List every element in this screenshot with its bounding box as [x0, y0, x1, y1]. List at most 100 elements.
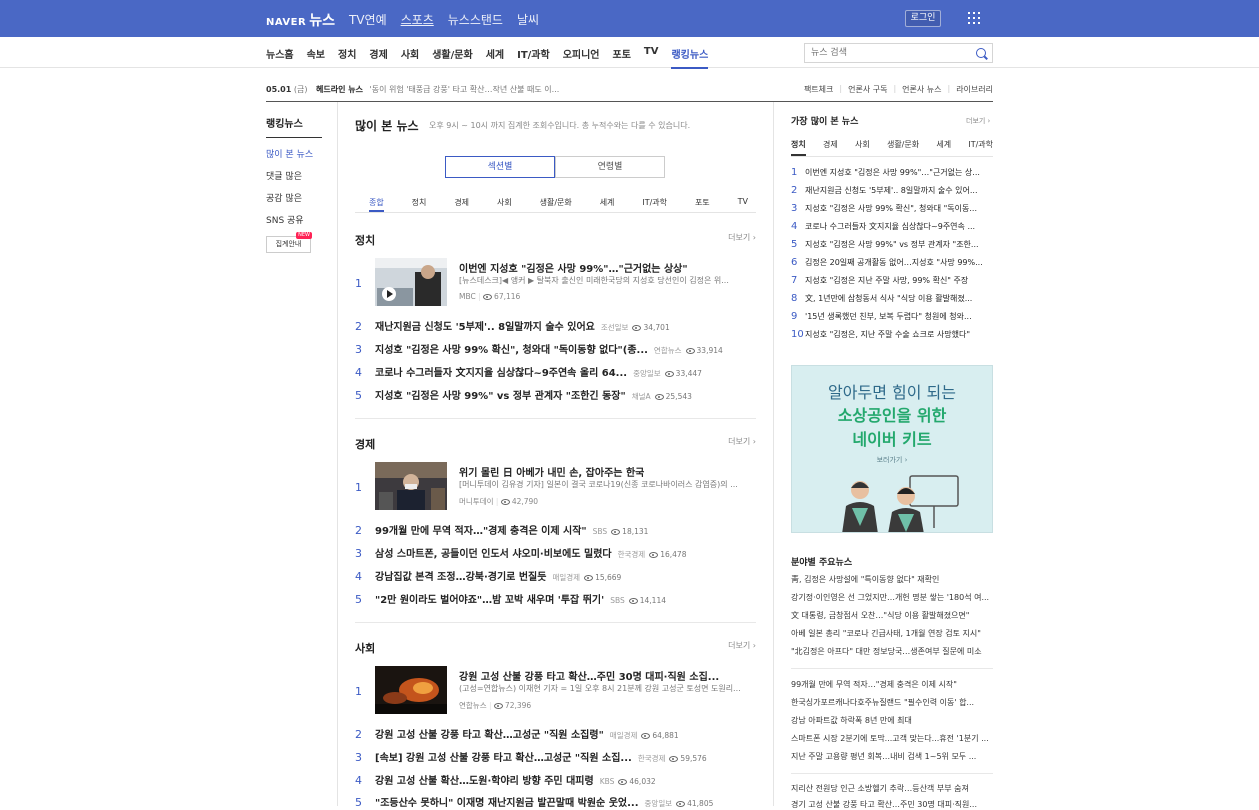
right-tab-society[interactable]: 사회: [855, 139, 870, 156]
search-icon[interactable]: [976, 48, 986, 58]
link-factcheck[interactable]: 팩트체크: [804, 84, 833, 95]
list-item[interactable]: 4 강원 고성 산불 확산…도원·학야리 방향 주민 대피령 KBS 46,032: [355, 772, 756, 787]
article-title[interactable]: 99개월 만에 무역 적자…"경제 충격은 이제 시작": [375, 526, 587, 537]
article-title[interactable]: 지성호 "김정은 사망 99% 확신", 청와대 "독이동향 없다"(종...: [375, 345, 648, 356]
right-tab-politics[interactable]: 정치: [791, 139, 806, 156]
sidebar-item-most-comments[interactable]: 댓글 많은: [266, 169, 322, 182]
top-nav-tv[interactable]: TV연예: [349, 11, 387, 28]
article-title[interactable]: 강원 고성 산불 강풍 타고 확산…고성군 "직원 소집령": [375, 730, 604, 741]
apps-grid-icon[interactable]: [968, 12, 980, 24]
nav-photo[interactable]: 포토: [613, 46, 631, 69]
tab-it[interactable]: IT/과학: [642, 188, 667, 212]
toggle-by-section[interactable]: 섹션별: [445, 156, 555, 178]
list-item[interactable]: 4 코로나 수그러들자 文지지율 심상찮다~9주연속 올리 64... 중앙일보 33…: [355, 364, 756, 379]
ranking-item[interactable]: 1 이번엔 지성호 "김정은 사망 99%"…"근거없는 상...: [791, 167, 993, 179]
ranking-title[interactable]: '15년 생록했던 친부, 보복 두렵다" 청원에 청와...: [805, 312, 972, 321]
ranking-item[interactable]: 2 재난지원금 신청도 '5부제'.. 8일말까지 술수 있어...: [791, 185, 993, 197]
list-item[interactable]: 강남 아파트값 하락폭 8년 만에 최대: [791, 715, 993, 726]
tab-life[interactable]: 생활/문화: [540, 188, 572, 212]
nav-world[interactable]: 세계: [486, 46, 504, 69]
nav-news-home[interactable]: 뉴스홈: [266, 46, 294, 69]
article-title[interactable]: 코로나 수그러들자 文지지율 심상찮다~9주연속 올리 64...: [375, 368, 627, 379]
article-title[interactable]: 위기 몰린 日 아베가 내민 손, 잡아주는 한국: [459, 464, 644, 479]
list-item[interactable]: 한국싱가포르캐나다호주뉴질랜드 "필수인력 이동' 합...: [791, 697, 993, 708]
right-tab-life[interactable]: 생활/문화: [887, 139, 919, 156]
ranking-item[interactable]: 10지성호 "김정은, 지난 주말 수술 쇼크로 사망했다": [791, 329, 993, 341]
ranking-item[interactable]: 3 지성호 "김정은 사망 99% 확신", 청와대 "독이동...: [791, 203, 993, 215]
list-item[interactable]: 3 지성호 "김정은 사망 99% 확신", 청와대 "독이동향 없다"(종...…: [355, 341, 756, 356]
list-item[interactable]: "北김정은 아프다" 대만 정보당국…생존여부 질문에 미소: [791, 646, 993, 657]
nav-politics[interactable]: 정치: [338, 46, 356, 69]
right-tab-economy[interactable]: 경제: [823, 139, 838, 156]
ranking-item[interactable]: 5 지성호 "김정은 사망 99%" vs 정부 관계자 "조한...: [791, 239, 993, 251]
section-more-link[interactable]: 더보기 ›: [728, 436, 756, 447]
list-item[interactable]: 3 삼성 스마트폰, 공들이던 인도서 샤오미·비보에도 밀렸다 한국경제 16,47…: [355, 545, 756, 560]
ranking-title[interactable]: 지성호 "김정은, 지난 주말 수술 쇼크로 사망했다": [805, 330, 970, 339]
list-item[interactable]: 지난 주말 고용량 평년 회복…내비 검색 1~5위 모두 ...: [791, 751, 993, 762]
sidebar-item-most-likes[interactable]: 공감 많은: [266, 191, 322, 204]
ranking-title[interactable]: 지성호 "김정은 지난 주말 사망, 99% 확신" 주장: [805, 276, 968, 285]
sidebar-item-sns-share[interactable]: SNS 공유: [266, 213, 322, 226]
nav-society[interactable]: 사회: [401, 46, 419, 69]
ranking-title[interactable]: 코로나 수그러들자 文지지율 심상찮다~9주연속 ...: [805, 222, 975, 231]
article-title[interactable]: 이번엔 지성호 "김정은 사망 99%"…"근거없는 상상": [459, 260, 688, 275]
article-title[interactable]: 지성호 "김정은 사망 99%" vs 정부 관계자 "조한긴 동장": [375, 391, 626, 402]
list-item[interactable]: 靑, 김정은 사망설에 "특이동향 없다" 재확인: [791, 574, 993, 585]
tab-world[interactable]: 세계: [600, 188, 615, 212]
list-item[interactable]: 2 재난지원금 신청도 '5부제'.. 8일말까지 술수 있어요 조선일보 34,70…: [355, 318, 756, 333]
ranking-item[interactable]: 7 지성호 "김정은 지난 주말 사망, 99% 확신" 주장: [791, 275, 993, 287]
article-title[interactable]: 강원 고성 산불 확산…도원·학야리 방향 주민 대피령: [375, 776, 594, 787]
ranking-title[interactable]: 이번엔 지성호 "김정은 사망 99%"…"근거없는 상...: [805, 168, 980, 177]
ranking-item[interactable]: 9 '15년 생록했던 친부, 보복 두렵다" 청원에 청와...: [791, 311, 993, 323]
ranking-title[interactable]: 文, 1년만에 삼청동서 식사 "식당 이용 활발해졌...: [805, 294, 972, 303]
article-title[interactable]: 삼성 스마트폰, 공들이던 인도서 샤오미·비보에도 밀렸다: [375, 549, 612, 560]
list-item[interactable]: 2 99개월 만에 무역 적자…"경제 충격은 이제 시작" SBS 18,131: [355, 522, 756, 537]
link-press-subscribe[interactable]: 언론사 구독: [848, 84, 887, 95]
right-tab-world[interactable]: 세계: [936, 139, 951, 156]
nav-breaking[interactable]: 속보: [307, 46, 325, 69]
list-item[interactable]: 99개월 만에 무역 적자…"경제 충격은 이제 시작": [791, 679, 993, 690]
article-title[interactable]: 재난지원금 신청도 '5부제'.. 8일말까지 술수 있어요: [375, 322, 595, 333]
tab-all[interactable]: 종합: [369, 188, 384, 212]
tab-society[interactable]: 사회: [497, 188, 512, 212]
tally-guide-button[interactable]: 집계안내 NEW: [266, 232, 312, 253]
list-item[interactable]: 2 강원 고성 산불 강풍 타고 확산…고성군 "직원 소집령" 매일경제 64,88…: [355, 726, 756, 741]
section-more-link[interactable]: 더보기 ›: [728, 232, 756, 243]
login-button[interactable]: 로그인: [905, 10, 941, 27]
tab-economy[interactable]: 경제: [454, 188, 469, 212]
nav-opinion[interactable]: 오피니언: [563, 46, 600, 69]
top-nav-sports[interactable]: 스포츠: [401, 11, 434, 28]
ad-banner[interactable]: 알아두면 힘이 되는 소상공인을 위한 네이버 키트 보러가기 ›: [791, 365, 993, 533]
right-tab-it[interactable]: IT/과학: [968, 139, 993, 156]
ranking-title[interactable]: 김정은 20일째 공개활동 없어…지성호 "사망 99%...: [805, 258, 983, 267]
top-article[interactable]: 1 이번엔 지성호 "김정은 사망 99%"…"근거없는 상상" [뉴스데스크]…: [355, 258, 756, 306]
section-more-link[interactable]: 더보기 ›: [728, 640, 756, 651]
ranking-title[interactable]: 재난지원금 신청도 '5부제'.. 8일말까지 술수 있어...: [805, 186, 978, 195]
search-input[interactable]: [805, 44, 965, 62]
list-item[interactable]: 5 "2만 원이라도 벌어야죠"…밤 꼬박 새우며 '투잡 뛰기' SBS 14,11…: [355, 591, 756, 606]
article-title[interactable]: "2만 원이라도 벌어야죠"…밤 꼬박 새우며 '투잡 뛰기': [375, 595, 604, 606]
nav-tv[interactable]: TV: [644, 46, 659, 69]
top-article[interactable]: 1 강원 고성 산불 강풍 타고 확산…주민 30명 대피·직원 소집... (…: [355, 666, 756, 714]
top-nav-newsstand[interactable]: 뉴스스탠드: [448, 11, 503, 28]
sidebar-item-most-viewed[interactable]: 많이 본 뉴스: [266, 147, 322, 160]
list-item[interactable]: 스마트폰 시장 2분기에 토막...고객 맞는다...휴전 '1분기 ...: [791, 733, 993, 744]
ranking-item[interactable]: 4 코로나 수그러들자 文지지율 심상찮다~9주연속 ...: [791, 221, 993, 233]
article-title[interactable]: 강남집값 본격 조정…강북·경기로 번질듯: [375, 572, 546, 583]
article-title[interactable]: 강원 고성 산불 강풍 타고 확산…주민 30명 대피·직원 소집...: [459, 668, 719, 683]
list-item[interactable]: 강기정·이인영은 선 그었지만…개헌 명분 쌓는 '180석 여...: [791, 592, 993, 603]
list-item[interactable]: 아베 일본 총리 "코로나 긴급사태, 1개월 연장 검토 지시": [791, 628, 993, 639]
link-press-news[interactable]: 언론사 뉴스: [902, 84, 941, 95]
list-item[interactable]: 지리산 전원당 인근 소방헬기 추락…등산객 부부 숨져: [791, 783, 993, 794]
headline-text[interactable]: '동이 위험 '태풍급 강풍' 타고 확산…작년 산불 때도 이...: [370, 85, 560, 94]
ranking-item[interactable]: 8 文, 1년만에 삼청동서 식사 "식당 이용 활발해졌...: [791, 293, 993, 305]
top-nav-weather[interactable]: 날씨: [517, 11, 539, 28]
right-more-link[interactable]: 더보기 ›: [966, 116, 990, 126]
article-thumbnail[interactable]: [375, 258, 447, 306]
article-title[interactable]: [속보] 강원 고성 산불 강풍 타고 확산…고성군 "직원 소집...: [375, 753, 632, 764]
top-article[interactable]: 1 위기 몰린 日 아베가 내민 손, 잡아주는 한국 [머니투데이 김유경 기…: [355, 462, 756, 510]
list-item[interactable]: 文 대통령, 금창점서 오찬…"식당 이용 활발해졌으면": [791, 610, 993, 621]
nav-it[interactable]: IT/과학: [517, 46, 550, 69]
nav-ranking[interactable]: 랭킹뉴스: [671, 46, 709, 69]
article-title[interactable]: "조등산수 못하니" 이재명 재난지원금 발끈말때 박원순 웃었...: [375, 798, 639, 809]
